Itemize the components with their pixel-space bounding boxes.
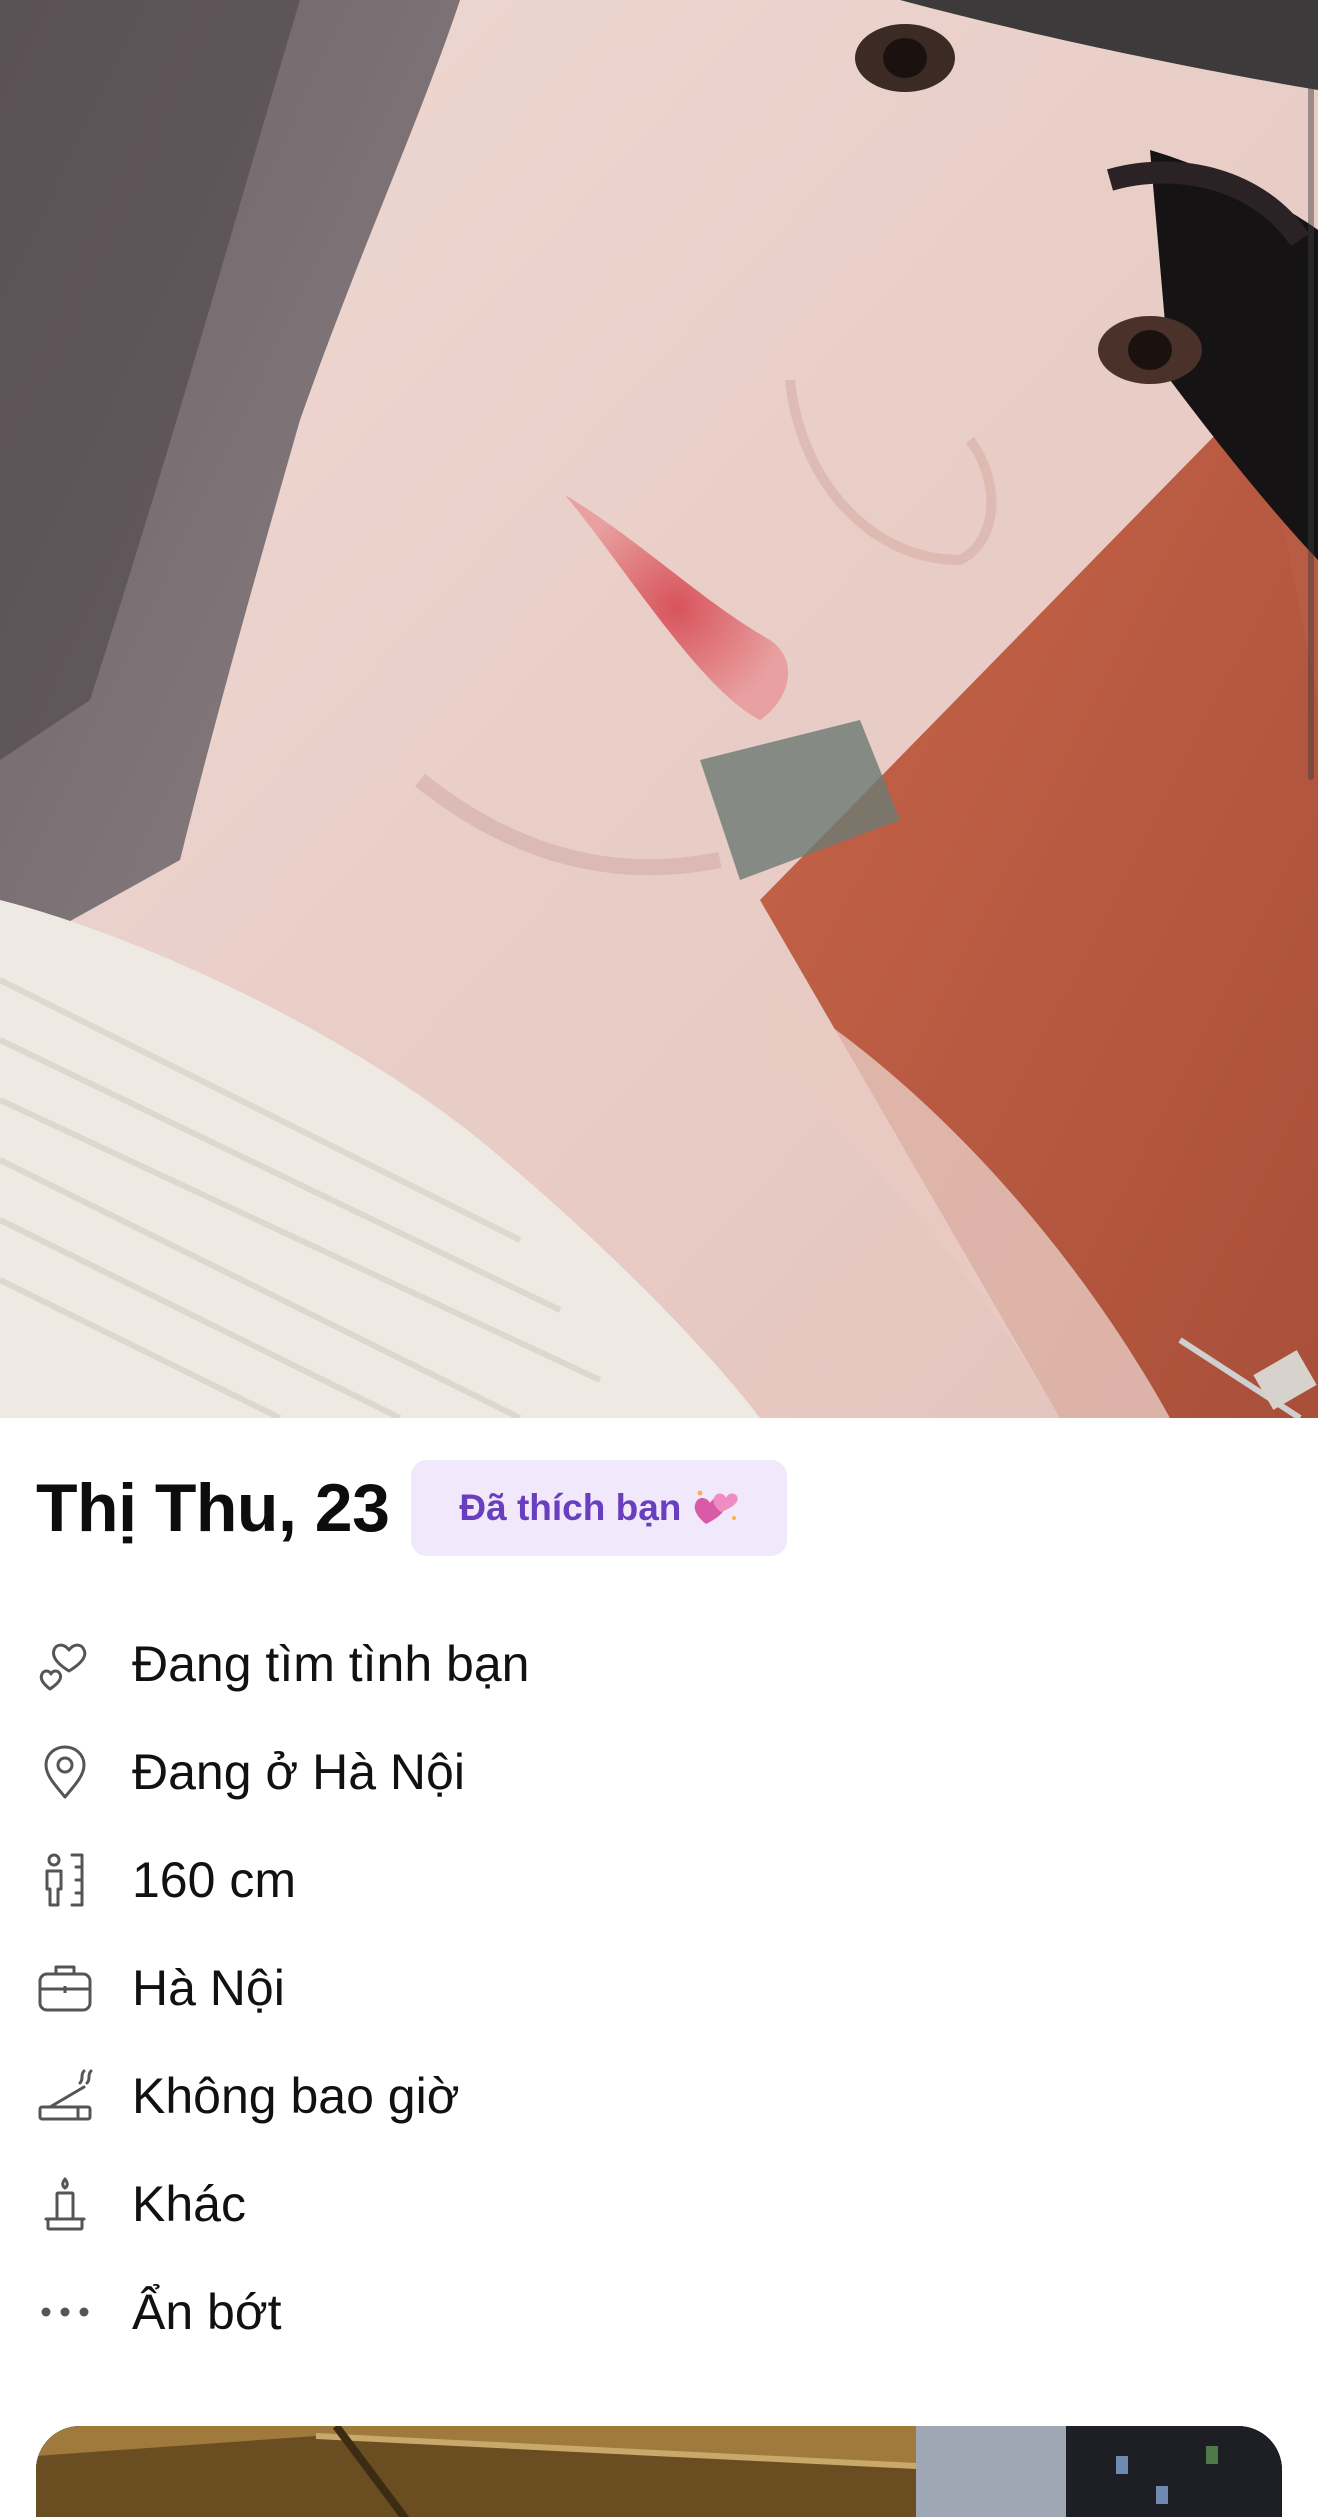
profile-attributes: Đang tìm tình bạn Đang ở Hà Nội 160 cm H…: [36, 1610, 1276, 2366]
attribute-label: 160 cm: [132, 1852, 296, 1908]
liked-badge-label: Đã thích bạn: [459, 1487, 682, 1528]
location-pin-icon: [36, 1743, 94, 1801]
show-less-label: Ẩn bớt: [132, 2284, 282, 2340]
attribute-height: 160 cm: [36, 1826, 1276, 1934]
profile-page: Thị Thu, 23 Đã thích bạn Đang tìm tình b…: [0, 0, 1318, 2517]
religion-candle-icon: [36, 2175, 94, 2233]
scrollbar[interactable]: [1308, 0, 1314, 780]
attribute-religion: Khác: [36, 2150, 1276, 2258]
profile-header: Thị Thu, 23 Đã thích bạn: [36, 1460, 788, 1556]
attribute-location: Đang ở Hà Nội: [36, 1718, 1276, 1826]
liked-you-badge: Đã thích bạn: [411, 1460, 788, 1556]
hearts-outline-icon: [36, 1635, 94, 1693]
attribute-label: Đang ở Hà Nội: [132, 1744, 465, 1800]
attribute-smoking: Không bao giờ: [36, 2042, 1276, 2150]
attribute-work: Hà Nội: [36, 1934, 1276, 2042]
attribute-looking-for: Đang tìm tình bạn: [36, 1610, 1276, 1718]
briefcase-icon: [36, 1959, 94, 2017]
more-dots-icon: [36, 2283, 94, 2341]
show-less-button[interactable]: Ẩn bớt: [36, 2258, 1276, 2366]
profile-photo-image: [0, 0, 1318, 1418]
profile-photo-2[interactable]: [36, 2426, 1282, 2517]
smoking-icon: [36, 2067, 94, 2125]
attribute-label: Đang tìm tình bạn: [132, 1636, 530, 1692]
profile-photo[interactable]: [0, 0, 1318, 1418]
attribute-label: Hà Nội: [132, 1960, 285, 2016]
attribute-label: Khác: [132, 2176, 246, 2232]
profile-name-age: Thị Thu, 23: [36, 1470, 390, 1546]
height-ruler-icon: [36, 1851, 94, 1909]
sparkling-two-hearts-icon: [693, 1488, 739, 1528]
attribute-label: Không bao giờ: [132, 2068, 460, 2124]
profile-photo-2-image: [36, 2426, 1282, 2517]
